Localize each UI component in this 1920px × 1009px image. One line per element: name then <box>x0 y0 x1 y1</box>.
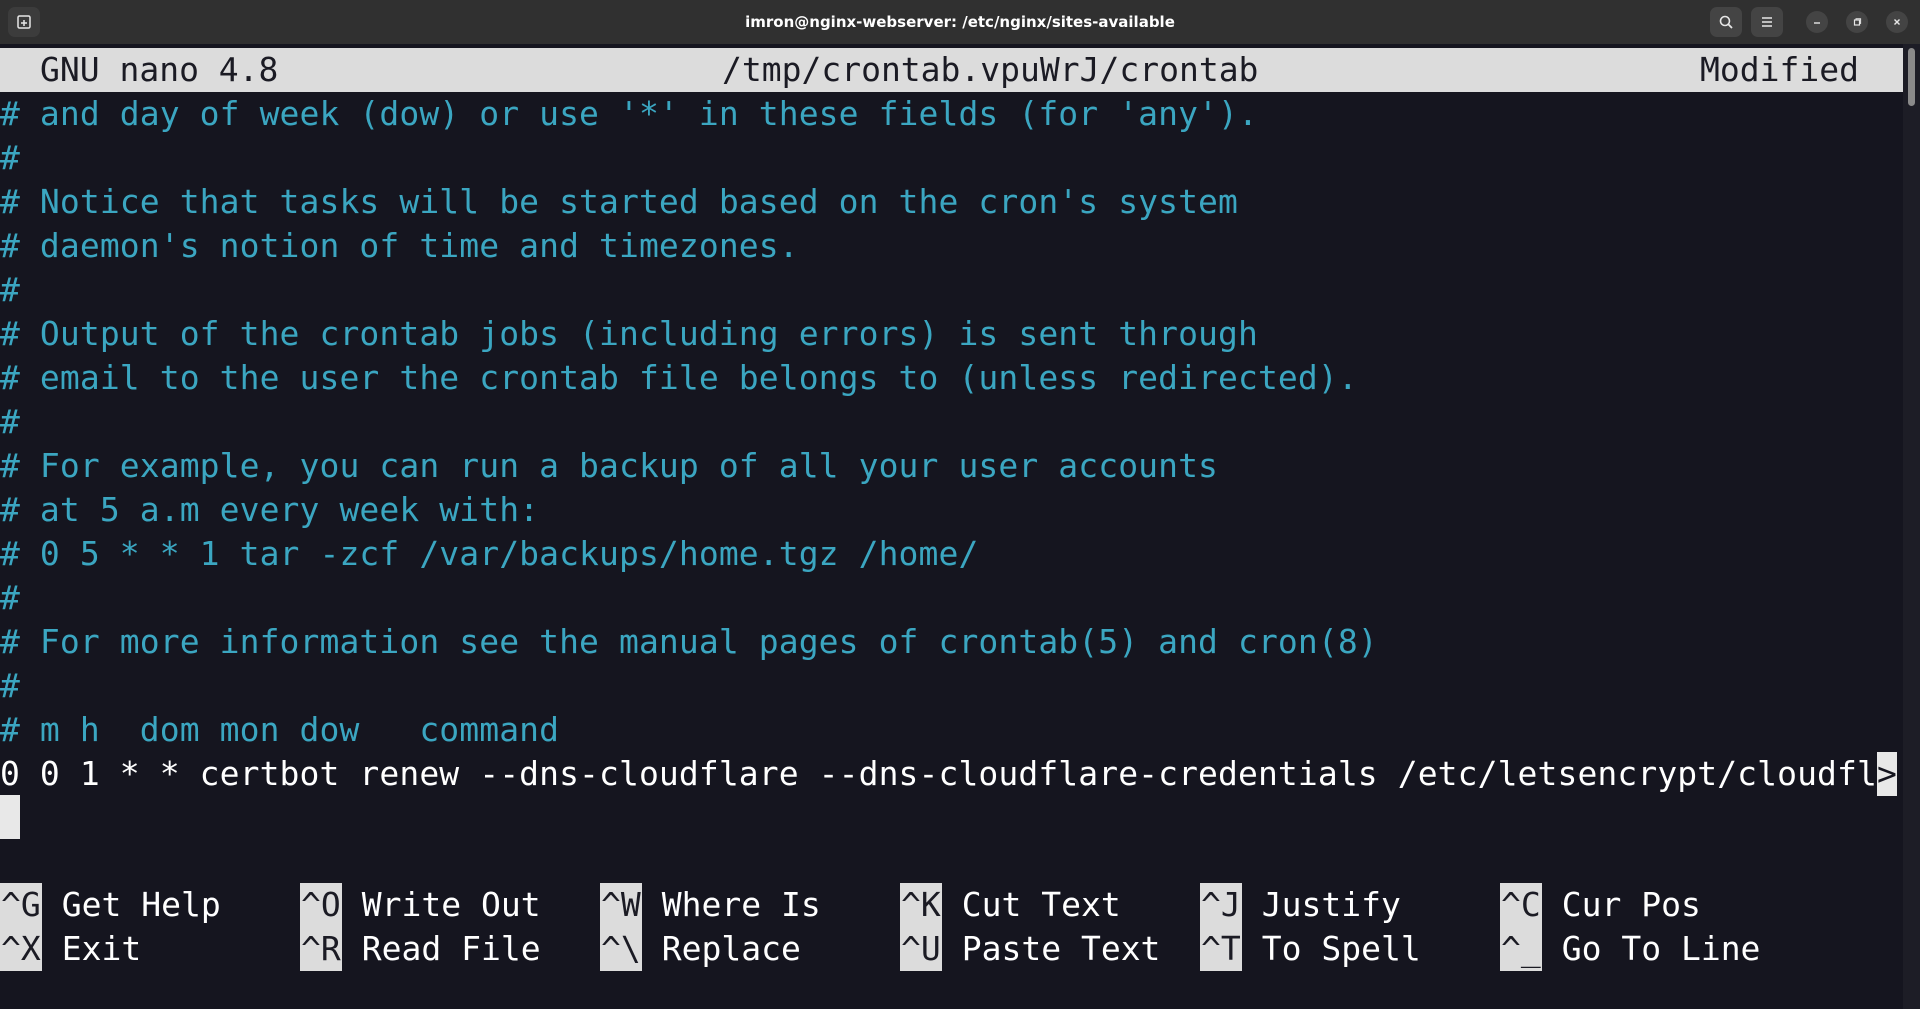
editor-line[interactable]: # at 5 a.m every week with: <box>0 488 539 532</box>
shortcut-key: ^C <box>1500 883 1542 927</box>
shortcut-label: Cur Pos <box>1561 885 1701 924</box>
editor-line[interactable]: # <box>0 268 20 312</box>
shortcut-key: ^X <box>0 927 42 971</box>
editor-line[interactable]: # and day of week (dow) or use '*' in th… <box>0 92 1258 136</box>
shortcut-exit[interactable]: ^X Exit <box>0 927 141 971</box>
window-title: imron@nginx-webserver: /etc/nginx/sites-… <box>745 13 1175 31</box>
shortcut-read-file[interactable]: ^R Read File <box>300 927 541 971</box>
restore-button[interactable] <box>1846 11 1868 33</box>
shortcut-label: Exit <box>61 929 142 968</box>
menu-button[interactable] <box>1751 7 1783 37</box>
shortcut-label: Replace <box>661 929 801 968</box>
shortcut-get-help[interactable]: ^G Get Help <box>0 883 221 927</box>
editor-line[interactable]: # For example, you can run a backup of a… <box>0 444 1218 488</box>
shortcut-key: ^\ <box>600 927 642 971</box>
scrollbar[interactable] <box>1903 44 1920 1009</box>
shortcut-label: Read File <box>361 929 541 968</box>
shortcut-label: To Spell <box>1261 929 1421 968</box>
shortcut-key: ^_ <box>1500 927 1542 971</box>
terminal-window: imron@nginx-webserver: /etc/nginx/sites-… <box>0 0 1920 1009</box>
shortcut-write-out[interactable]: ^O Write Out <box>300 883 541 927</box>
shortcut-label: Cut Text <box>961 885 1121 924</box>
editor-line[interactable]: # Notice that tasks will be started base… <box>0 180 1238 224</box>
shortcut-replace[interactable]: ^\ Replace <box>600 927 801 971</box>
minimize-button[interactable] <box>1806 11 1828 33</box>
editor-line[interactable]: # <box>0 664 20 708</box>
shortcut-label: Write Out <box>361 885 541 924</box>
shortcut-key: ^G <box>0 883 42 927</box>
search-icon <box>1719 15 1733 29</box>
shortcut-label: Get Help <box>61 885 221 924</box>
shortcut-where-is[interactable]: ^W Where Is <box>600 883 821 927</box>
close-icon <box>1894 19 1900 25</box>
nano-filename: /tmp/crontab.vpuWrJ/crontab <box>722 50 1259 89</box>
editor-line[interactable]: # <box>0 400 20 444</box>
text-cursor <box>0 795 20 839</box>
shortcut-go-to-line[interactable]: ^_ Go To Line <box>1500 927 1760 971</box>
shortcut-key: ^U <box>900 927 942 971</box>
shortcut-label: Go To Line <box>1561 929 1761 968</box>
shortcut-key: ^J <box>1200 883 1242 927</box>
hamburger-menu-icon <box>1762 17 1772 27</box>
shortcut-label: Justify <box>1261 885 1401 924</box>
editor-line[interactable]: # Output of the crontab jobs (including … <box>0 312 1258 356</box>
editor-line[interactable]: # daemon's notion of time and timezones. <box>0 224 799 268</box>
scrollbar-thumb[interactable] <box>1908 48 1915 106</box>
shortcut-key: ^R <box>300 927 342 971</box>
shortcut-cut-text[interactable]: ^K Cut Text <box>900 883 1121 927</box>
editor-line[interactable]: # For more information see the manual pa… <box>0 620 1378 664</box>
shortcut-label: Where Is <box>661 885 821 924</box>
close-button[interactable] <box>1886 11 1908 33</box>
restore-icon <box>1853 18 1862 26</box>
editor-line[interactable]: # 0 5 * * 1 tar -zcf /var/backups/home.t… <box>0 532 978 576</box>
cron-entry-text: 0 0 1 * * certbot renew --dns-cloudflare… <box>0 754 1877 793</box>
shortcut-paste-text[interactable]: ^U Paste Text <box>900 927 1160 971</box>
shortcut-cur-pos[interactable]: ^C Cur Pos <box>1500 883 1701 927</box>
shortcut-key: ^T <box>1200 927 1242 971</box>
shortcut-key: ^O <box>300 883 342 927</box>
shortcut-key: ^W <box>600 883 642 927</box>
nano-version: GNU nano 4.8 <box>40 50 279 89</box>
minimize-icon <box>1814 22 1820 24</box>
cron-entry-line[interactable]: 0 0 1 * * certbot renew --dns-cloudflare… <box>0 752 1897 796</box>
shortcut-label: Paste Text <box>961 929 1161 968</box>
editor-line[interactable]: # <box>0 576 20 620</box>
shortcut-to-spell[interactable]: ^T To Spell <box>1200 927 1421 971</box>
nano-status: Modified <box>1700 50 1859 89</box>
title-bar: imron@nginx-webserver: /etc/nginx/sites-… <box>0 0 1920 45</box>
shortcut-key: ^K <box>900 883 942 927</box>
line-overflow-marker: > <box>1876 752 1897 796</box>
editor-line[interactable]: # m h dom mon dow command <box>0 708 559 752</box>
editor-line[interactable]: # email to the user the crontab file bel… <box>0 356 1358 400</box>
shortcut-justify[interactable]: ^J Justify <box>1200 883 1401 927</box>
editor-line[interactable]: # <box>0 136 20 180</box>
search-button[interactable] <box>1710 7 1742 37</box>
nano-header: GNU nano 4.8 /tmp/crontab.vpuWrJ/crontab… <box>0 48 1903 92</box>
